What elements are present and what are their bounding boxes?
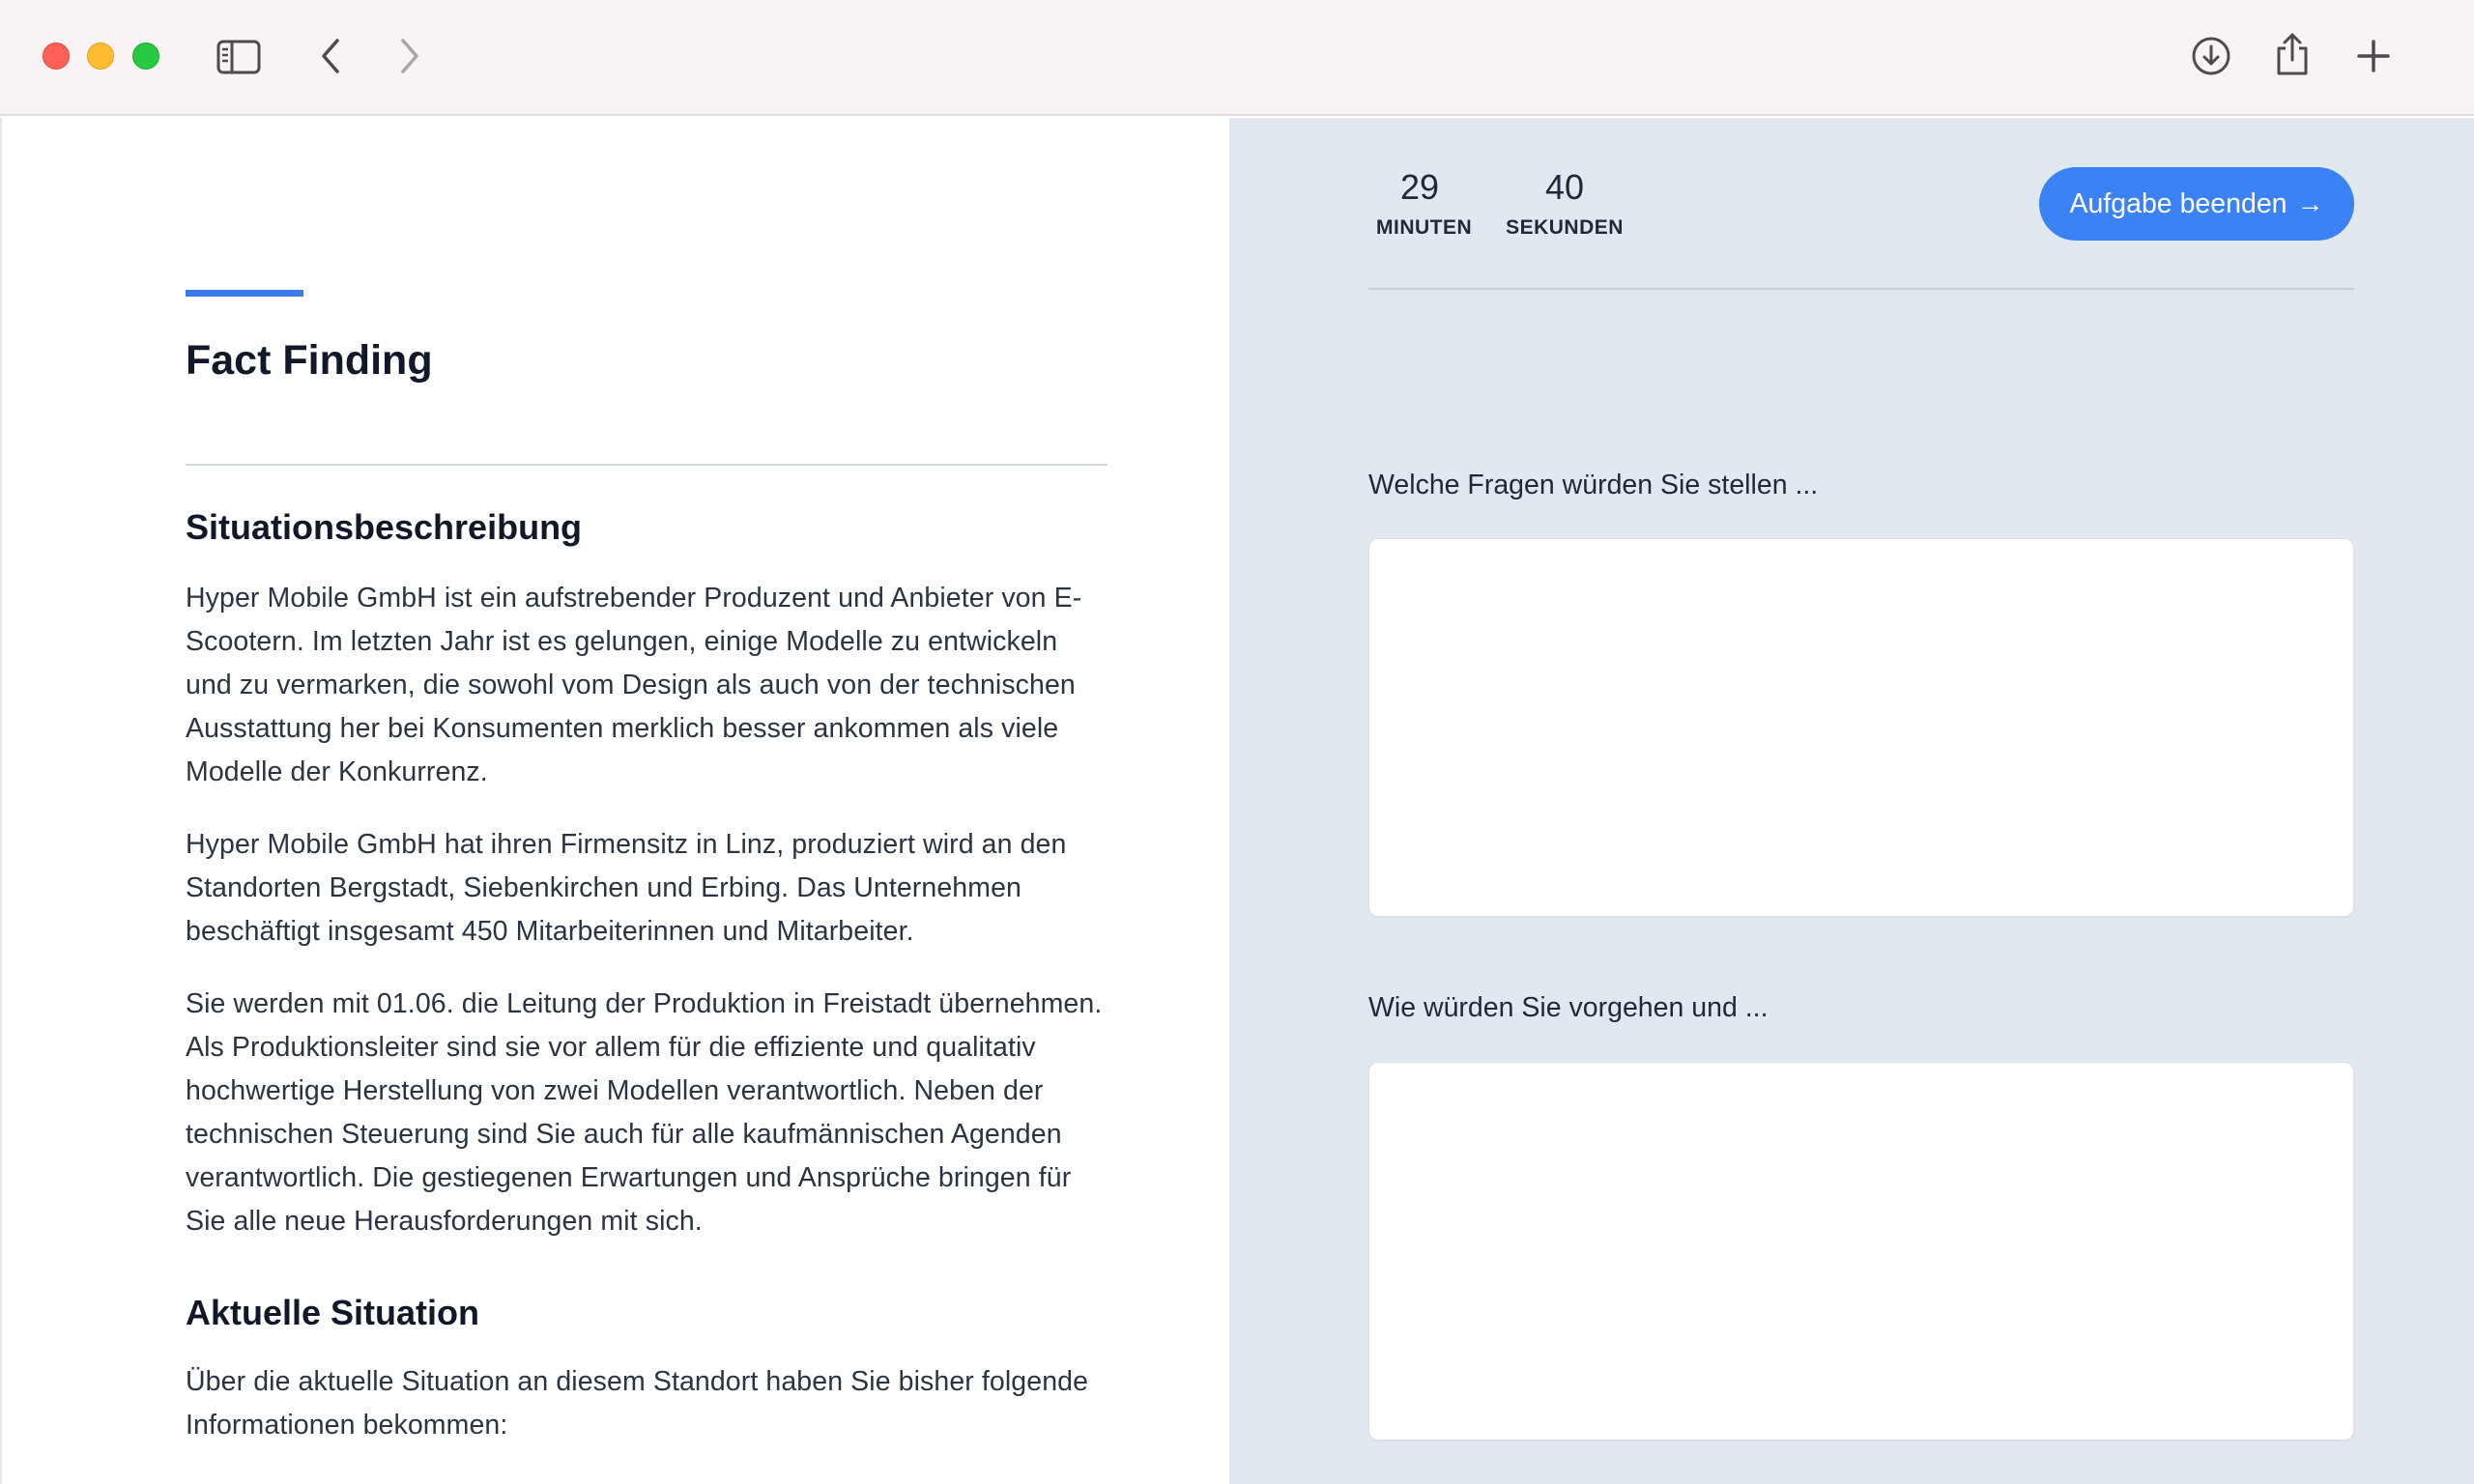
minimize-window-button[interactable] bbox=[87, 43, 114, 70]
answer-1-textarea[interactable] bbox=[1368, 538, 2354, 917]
chevron-right-icon bbox=[401, 39, 418, 73]
new-tab-button[interactable] bbox=[2350, 33, 2397, 79]
sidebar-toggle-icon bbox=[216, 40, 261, 74]
paragraph: Hyper Mobile GmbH ist ein aufstrebender … bbox=[186, 583, 1082, 788]
answer-2-textarea[interactable] bbox=[1368, 1062, 2354, 1441]
header-divider bbox=[1368, 288, 2354, 290]
close-window-button[interactable] bbox=[43, 43, 70, 70]
sidebar-toggle-button[interactable] bbox=[215, 37, 263, 77]
arrow-right-icon: → bbox=[2296, 188, 2324, 218]
finish-task-label: Aufgabe beenden bbox=[2069, 187, 2287, 219]
chevron-left-icon bbox=[322, 39, 339, 73]
paragraph: Über die aktuelle Situation an diesem St… bbox=[186, 1366, 1089, 1441]
paragraph: Hyper Mobile GmbH hat ihren Firmensitz i… bbox=[186, 829, 1067, 948]
timer-minutes-label: MINUTEN bbox=[1376, 215, 1473, 239]
section-heading: Aktuelle Situation bbox=[186, 1293, 480, 1332]
paragraph: Sie werden mit 01.06. die Leitung der Pr… bbox=[186, 988, 1103, 1238]
maximize-window-button[interactable] bbox=[132, 43, 159, 70]
finish-task-button[interactable]: Aufgabe beenden → bbox=[2039, 167, 2354, 241]
browser-toolbar bbox=[0, 0, 2474, 116]
section-situationsbeschreibung: Situationsbeschreibung Hyper Mobile GmbH… bbox=[186, 506, 1108, 1243]
back-button[interactable] bbox=[311, 35, 350, 77]
page-title: Fact Finding bbox=[186, 337, 433, 384]
share-button[interactable] bbox=[2269, 29, 2316, 79]
timer-seconds-value: 40 bbox=[1544, 167, 1585, 207]
question-2-label: Wie würden Sie vorgehen und ... bbox=[1368, 992, 1769, 1023]
download-button[interactable] bbox=[2188, 33, 2234, 79]
task-description-pane[interactable]: Fact Finding Situationsbeschreibung Hype… bbox=[0, 118, 1227, 1484]
title-accent-bar bbox=[186, 290, 303, 297]
timer-minutes-value: 29 bbox=[1399, 167, 1440, 207]
timer-minutes: 29 MINUTEN bbox=[1376, 167, 1473, 240]
title-divider bbox=[186, 464, 1108, 466]
forward-button[interactable] bbox=[390, 35, 429, 77]
question-1-label: Welche Fragen würden Sie stellen ... bbox=[1368, 470, 1819, 500]
answer-pane: 29 MINUTEN 40 SEKUNDEN Aufgabe beenden →… bbox=[1229, 118, 2474, 1484]
share-icon bbox=[2277, 33, 2308, 75]
timer-seconds: 40 SEKUNDEN bbox=[1504, 168, 1625, 240]
section-heading: Situationsbeschreibung bbox=[186, 507, 583, 547]
section-aktuelle-situation: Aktuelle Situation Über die aktuelle Sit… bbox=[186, 1292, 1108, 1447]
plus-icon bbox=[2357, 40, 2390, 72]
download-icon bbox=[2192, 37, 2230, 75]
timer-seconds-label: SEKUNDEN bbox=[1506, 215, 1624, 239]
